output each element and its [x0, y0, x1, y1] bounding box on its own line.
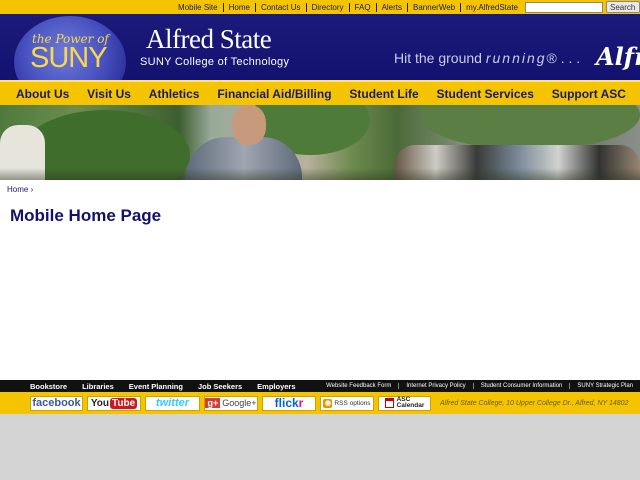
college-address: Alfred State College, 10 Upper College D…	[440, 399, 629, 407]
nav-support-asc[interactable]: Support ASC	[544, 87, 634, 101]
youtube-badge: Tube	[110, 397, 138, 409]
rss-label: RSS options	[334, 399, 371, 407]
nav-athletics[interactable]: Athletics	[141, 87, 208, 101]
link-directory[interactable]: Directory	[307, 2, 350, 12]
utility-links: Mobile Site Home Contact Us Directory FA…	[173, 2, 523, 12]
footer-link-strategic-plan[interactable]: SUNY Strategic Plan	[569, 383, 640, 389]
site-header: the Power of SUNY Alfred State SUNY Coll…	[0, 14, 640, 80]
footer-link-bookstore[interactable]: Bookstore	[30, 382, 67, 391]
photo-shade	[0, 168, 640, 180]
nav-student-services[interactable]: Student Services	[429, 87, 542, 101]
page-title: Mobile Home Page	[10, 206, 162, 225]
google-plus-icon: g+	[205, 398, 221, 408]
footer-link-bar: Bookstore Libraries Event Planning Job S…	[0, 380, 640, 392]
footer-link-event-planning[interactable]: Event Planning	[129, 382, 183, 391]
google-plus-button[interactable]: g+ Google+	[204, 395, 258, 411]
link-alerts[interactable]: Alerts	[377, 2, 409, 12]
link-mobile-site[interactable]: Mobile Site	[173, 2, 224, 12]
footer-social-bar: facebook You Tube twitter g+ Google+ flick…	[0, 392, 640, 414]
footer-link-job-seekers[interactable]: Job Seekers	[198, 382, 242, 391]
campus-photo-banner	[0, 105, 640, 180]
header-script-logo: Alfred	[596, 42, 640, 71]
youtube-button[interactable]: You Tube	[87, 395, 141, 411]
facebook-button[interactable]: facebook	[30, 395, 83, 411]
footer-link-libraries[interactable]: Libraries	[82, 382, 114, 391]
rss-icon: ◉	[323, 398, 333, 408]
header-tagline: Hit the ground running® . . .	[394, 50, 580, 66]
calendar-icon	[384, 398, 394, 408]
footer-right-links: Website Feedback Form Internet Privacy P…	[319, 383, 640, 389]
link-bannerweb[interactable]: BannerWeb	[408, 2, 462, 12]
asc-calendar-button[interactable]: ASC Calendar	[378, 395, 431, 411]
suny-wordmark: SUNY	[30, 42, 108, 74]
twitter-button[interactable]: twitter	[145, 395, 200, 411]
link-my-alfredstate[interactable]: my.AlfredState	[461, 3, 523, 12]
google-plus-label: Google+	[222, 398, 257, 408]
main-navigation: About Us Visit Us Athletics Financial Ai…	[0, 80, 640, 105]
footer-link-consumer-info[interactable]: Student Consumer Information	[472, 383, 570, 389]
nav-about-us[interactable]: About Us	[8, 87, 77, 101]
college-subtitle: SUNY College of Technology	[140, 56, 290, 68]
utility-bar: Mobile Site Home Contact Us Directory FA…	[0, 0, 640, 14]
footer-link-feedback[interactable]: Website Feedback Form	[319, 383, 398, 389]
link-home[interactable]: Home	[224, 2, 256, 12]
search-button[interactable]: Search	[606, 1, 640, 13]
nav-financial-aid[interactable]: Financial Aid/Billing	[209, 87, 339, 101]
youtube-label: You	[90, 397, 109, 409]
page-background	[0, 414, 640, 480]
nav-visit-us[interactable]: Visit Us	[79, 87, 139, 101]
flickr-label-b: r	[298, 396, 304, 410]
calendar-label: ASC Calendar	[396, 396, 425, 410]
link-faq[interactable]: FAQ	[350, 2, 377, 12]
calendar-label-b: Calendar	[396, 402, 425, 409]
main-content: Home › Mobile Home Page	[0, 180, 640, 380]
tagline-lead: Hit the ground	[394, 50, 486, 66]
rss-options-button[interactable]: ◉ RSS options	[320, 395, 374, 411]
link-contact-us[interactable]: Contact Us	[256, 2, 307, 12]
search-input[interactable]	[525, 1, 603, 13]
footer-link-employers[interactable]: Employers	[257, 382, 295, 391]
flickr-label-a: flick	[274, 396, 299, 410]
photo-tree	[420, 105, 640, 150]
photo-student-head	[232, 105, 266, 145]
tagline-emphasis: running	[485, 50, 547, 66]
nav-student-life[interactable]: Student Life	[341, 87, 426, 101]
flickr-button[interactable]: flick r	[262, 395, 316, 411]
breadcrumb[interactable]: Home ›	[7, 185, 33, 194]
footer-left-links: Bookstore Libraries Event Planning Job S…	[0, 382, 311, 391]
tagline-tail: ® . . .	[546, 50, 581, 66]
college-name[interactable]: Alfred State	[146, 24, 272, 55]
footer-link-privacy[interactable]: Internet Privacy Policy	[398, 383, 472, 389]
